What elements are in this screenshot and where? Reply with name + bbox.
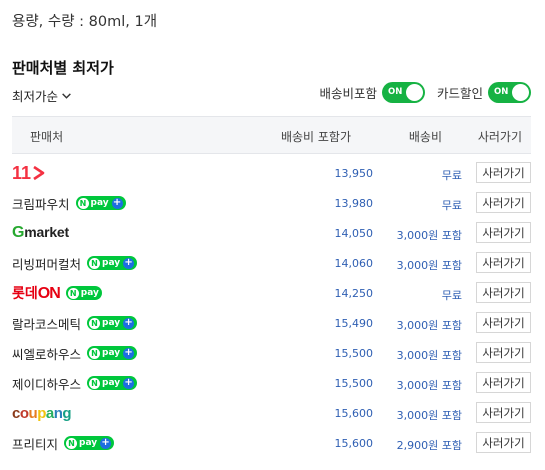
price: 14,050 xyxy=(334,227,374,240)
shipping: 3,000원 포함 xyxy=(396,409,462,422)
shipping: 무료 xyxy=(441,289,462,302)
npay-badge: Npay + xyxy=(87,376,138,390)
table-row: 씨엘로하우스 Npay + 15,500 3,000원 포함 사러가기 xyxy=(12,338,531,368)
sort-dropdown[interactable]: 최저가순 xyxy=(12,86,72,105)
price: 13,950 xyxy=(334,167,374,180)
shipping: 3,000원 포함 xyxy=(396,349,462,362)
toggle-knob xyxy=(512,84,529,101)
table-row: 11 13,950 무료 사러가기 xyxy=(12,158,531,188)
seller-label: 프리티지 xyxy=(12,436,59,452)
toggle-knob xyxy=(405,84,423,101)
buy-button[interactable]: 사러가기 xyxy=(476,402,531,423)
price: 15,500 xyxy=(334,377,374,390)
chevron-down-icon xyxy=(62,93,71,99)
table-row: 제이디하우스 Npay + 15,500 3,000원 포함 사러가기 xyxy=(12,368,531,398)
price: 15,600 xyxy=(334,407,374,420)
card-discount-toggle[interactable]: ON xyxy=(488,82,531,103)
table-row: 롯데ON Npay 14,250 무료 사러가기 xyxy=(12,278,531,308)
seller-name[interactable]: 크림파우치 Npay + xyxy=(12,192,126,214)
header-price: 배송비 포함가 xyxy=(280,130,351,144)
shipping: 무료 xyxy=(441,169,462,182)
header-buy: 사러가기 xyxy=(477,130,522,144)
section-title: 판매처별 최저가 xyxy=(12,59,114,77)
buy-button[interactable]: 사러가기 xyxy=(476,432,531,453)
seller-name[interactable]: 씨엘로하우스 Npay + xyxy=(12,342,138,364)
seller-lotteon-logo[interactable]: 롯데ON Npay xyxy=(12,282,102,304)
header-shipping: 배송비 xyxy=(408,130,442,144)
seller-label: 씨엘로하우스 xyxy=(12,346,82,362)
price: 15,490 xyxy=(334,317,374,330)
npay-badge: Npay + xyxy=(75,196,126,210)
seller-coupang-logo[interactable]: coupang xyxy=(12,402,72,424)
seller-label: 리빙퍼머컬처 xyxy=(12,256,82,272)
toggle-state: ON xyxy=(387,87,403,97)
seller-name[interactable]: 제이디하우스 Npay + xyxy=(12,372,138,394)
seller-label: 랄라코스메틱 xyxy=(12,316,82,332)
seller-list: 11 13,950 무료 사러가기 크림파우치 Npay + 13,980 무료 … xyxy=(12,158,531,458)
lotteon-logo-icon: 롯데ON xyxy=(12,285,61,302)
seller-11st-logo[interactable]: 11 xyxy=(12,162,46,184)
seller-name[interactable]: 랄라코스메틱 Npay + xyxy=(12,312,138,334)
toggle-state: ON xyxy=(494,87,509,97)
buy-button[interactable]: 사러가기 xyxy=(476,372,531,393)
shipping: 3,000원 포함 xyxy=(396,319,462,332)
buy-button[interactable]: 사러가기 xyxy=(476,342,531,363)
price: 13,980 xyxy=(334,197,374,210)
npay-badge: Npay + xyxy=(87,316,138,330)
price: 14,060 xyxy=(334,257,374,270)
product-spec: 용량, 수량 : 80ml, 1개 xyxy=(12,14,158,30)
table-row: coupang 15,600 3,000원 포함 사러가기 xyxy=(12,398,531,428)
table-row: 프리티지 Npay + 15,600 2,900원 포함 사러가기 xyxy=(12,428,531,458)
gmarket-logo-icon: Gmarket xyxy=(12,224,69,241)
npay-badge: Npay + xyxy=(87,256,138,270)
shipping: 3,000원 포함 xyxy=(396,259,462,272)
npay-badge: Npay xyxy=(65,286,102,300)
seller-gmarket-logo[interactable]: Gmarket xyxy=(12,222,69,244)
shipping-included-toggle[interactable]: ON xyxy=(381,82,425,103)
price: 14,250 xyxy=(334,287,374,300)
sort-label: 최저가순 xyxy=(12,89,59,104)
coupang-logo-icon: coupang xyxy=(12,404,72,422)
buy-button[interactable]: 사러가기 xyxy=(476,162,531,183)
seller-label: 크림파우치 xyxy=(12,196,70,212)
shipping: 3,000원 포함 xyxy=(396,229,462,242)
npay-badge: Npay + xyxy=(64,436,115,450)
table-row: Gmarket 14,050 3,000원 포함 사러가기 xyxy=(12,218,531,248)
table-row: 리빙퍼머컬처 Npay + 14,060 3,000원 포함 사러가기 xyxy=(12,248,531,278)
11st-logo-icon: 11 xyxy=(12,163,46,184)
buy-button[interactable]: 사러가기 xyxy=(476,192,531,213)
buy-button[interactable]: 사러가기 xyxy=(476,312,531,333)
table-header: 판매처 배송비 포함가 배송비 사러가기 xyxy=(12,116,531,154)
buy-button[interactable]: 사러가기 xyxy=(476,222,531,243)
header-seller: 판매처 xyxy=(30,130,64,144)
shipping: 무료 xyxy=(441,199,462,212)
npay-badge: Npay + xyxy=(87,346,138,360)
table-row: 랄라코스메틱 Npay + 15,490 3,000원 포함 사러가기 xyxy=(12,308,531,338)
price: 15,600 xyxy=(334,437,374,450)
shipping: 2,900원 포함 xyxy=(396,439,462,452)
seller-name[interactable]: 리빙퍼머컬처 Npay + xyxy=(12,252,138,274)
shipping-toggle-label: 배송비포함 xyxy=(319,86,377,101)
seller-name[interactable]: 프리티지 Npay + xyxy=(12,432,115,454)
filter-toggles: 배송비포함 ON 카드할인 ON xyxy=(319,82,531,103)
buy-button[interactable]: 사러가기 xyxy=(476,282,531,303)
seller-label: 제이디하우스 xyxy=(12,376,82,392)
shipping: 3,000원 포함 xyxy=(396,379,462,392)
buy-button[interactable]: 사러가기 xyxy=(476,252,531,273)
table-row: 크림파우치 Npay + 13,980 무료 사러가기 xyxy=(12,188,531,218)
price: 15,500 xyxy=(334,347,374,360)
card-discount-toggle-label: 카드할인 xyxy=(436,86,483,101)
